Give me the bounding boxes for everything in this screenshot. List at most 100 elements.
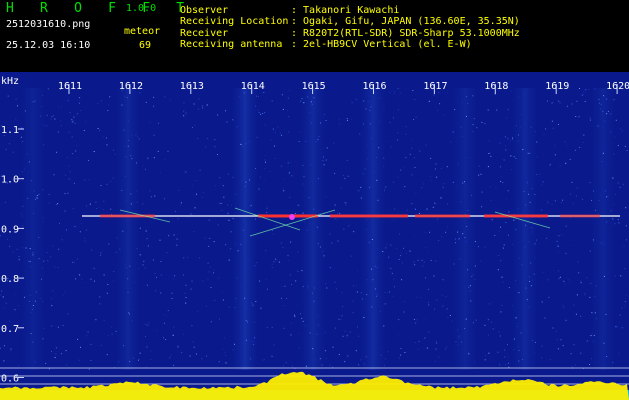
y-tick-label: 0.6: [1, 374, 19, 385]
noise-speck: [72, 261, 73, 263]
noise-speck: [583, 91, 585, 93]
noise-speck: [400, 169, 402, 171]
noise-speck: [338, 318, 340, 320]
noise-speck: [32, 305, 34, 306]
noise-speck: [97, 103, 99, 104]
noise-speck: [458, 335, 460, 337]
noise-speck: [451, 320, 453, 322]
noise-speck: [525, 287, 527, 289]
noise-speck: [589, 364, 590, 365]
noise-speck: [265, 279, 267, 281]
noise-speck: [469, 131, 471, 133]
noise-speck: [472, 131, 474, 133]
noise-speck: [394, 208, 396, 210]
noise-speck: [46, 125, 48, 127]
noise-speck: [173, 234, 175, 236]
noise-speck: [60, 353, 62, 355]
noise-speck: [593, 335, 595, 336]
noise-speck: [460, 201, 462, 203]
noise-speck: [517, 292, 519, 293]
noise-speck: [398, 357, 400, 359]
noise-speck: [139, 352, 141, 354]
noise-speck: [457, 183, 458, 185]
noise-speck: [546, 237, 548, 239]
noise-speck: [139, 227, 141, 229]
info-key: Observer: [180, 5, 229, 16]
noise-speck: [295, 213, 296, 214]
noise-speck: [532, 231, 534, 233]
noise-speck: [517, 207, 519, 209]
noise-speck: [334, 281, 336, 283]
noise-speck: [600, 103, 602, 105]
noise-speck: [566, 105, 568, 107]
noise-speck: [438, 356, 440, 358]
noise-speck: [356, 291, 358, 293]
noise-speck: [103, 200, 105, 202]
noise-speck: [402, 262, 403, 264]
noise-speck: [30, 261, 31, 263]
noise-speck: [557, 270, 559, 272]
noise-speck: [429, 231, 430, 233]
filename-label: 2512031610.png: [6, 19, 91, 30]
noise-speck: [425, 277, 426, 279]
noise-speck: [527, 182, 528, 184]
noise-speck: [544, 317, 546, 319]
noise-speck: [240, 286, 242, 287]
noise-speck: [222, 299, 224, 301]
noise-speck: [74, 226, 76, 227]
noise-speck: [345, 202, 347, 204]
spectrogram-view[interactable]: kHz 1611 1612 1613 1614 1615 1616 1617 1618 1619…: [0, 72, 629, 400]
noise-speck: [400, 252, 402, 254]
noise-speck: [618, 352, 620, 354]
noise-speck: [606, 98, 608, 100]
noise-speck: [14, 293, 16, 295]
noise-speck: [428, 100, 430, 102]
noise-speck: [254, 321, 256, 323]
noise-speck: [287, 259, 289, 261]
noise-speck: [445, 296, 447, 298]
noise-speck: [598, 199, 600, 201]
noise-speck: [125, 267, 127, 269]
noise-speck: [22, 225, 24, 227]
noise-speck: [614, 136, 616, 138]
noise-speck: [126, 156, 128, 158]
noise-speck: [489, 186, 491, 188]
noise-speck: [7, 95, 9, 97]
noise-speck: [358, 189, 360, 191]
noise-speck: [466, 115, 467, 117]
noise-speck: [289, 196, 291, 198]
noise-speck: [515, 158, 517, 159]
noise-speck: [208, 219, 210, 221]
noise-speck: [232, 119, 234, 121]
noise-speck: [494, 94, 496, 95]
noise-speck: [559, 102, 561, 104]
noise-speck: [75, 278, 77, 280]
timestamp-label: 25.12.03 16:10: [6, 40, 91, 51]
noise-speck: [325, 357, 327, 359]
noise-speck: [434, 308, 435, 310]
noise-speck: [163, 337, 164, 339]
noise-speck: [185, 284, 187, 286]
noise-speck: [21, 127, 23, 129]
noise-speck: [114, 153, 116, 155]
noise-speck: [153, 157, 155, 159]
noise-speck: [86, 205, 87, 207]
noise-speck: [626, 150, 628, 151]
noise-speck: [517, 140, 519, 142]
noise-speck: [449, 315, 451, 316]
noise-speck: [90, 359, 92, 361]
noise-speck: [384, 188, 386, 190]
noise-speck: [518, 134, 519, 136]
noise-speck: [438, 92, 440, 94]
noise-speck: [607, 195, 609, 197]
noise-speck: [507, 356, 509, 358]
noise-speck: [265, 155, 267, 156]
noise-speck: [28, 260, 30, 262]
noise-speck: [507, 138, 509, 140]
noise-speck: [57, 326, 59, 328]
noise-speck: [60, 106, 62, 108]
noise-speck: [32, 101, 34, 103]
noise-speck: [405, 126, 407, 128]
noise-speck: [5, 302, 7, 304]
noise-speck: [90, 278, 92, 280]
